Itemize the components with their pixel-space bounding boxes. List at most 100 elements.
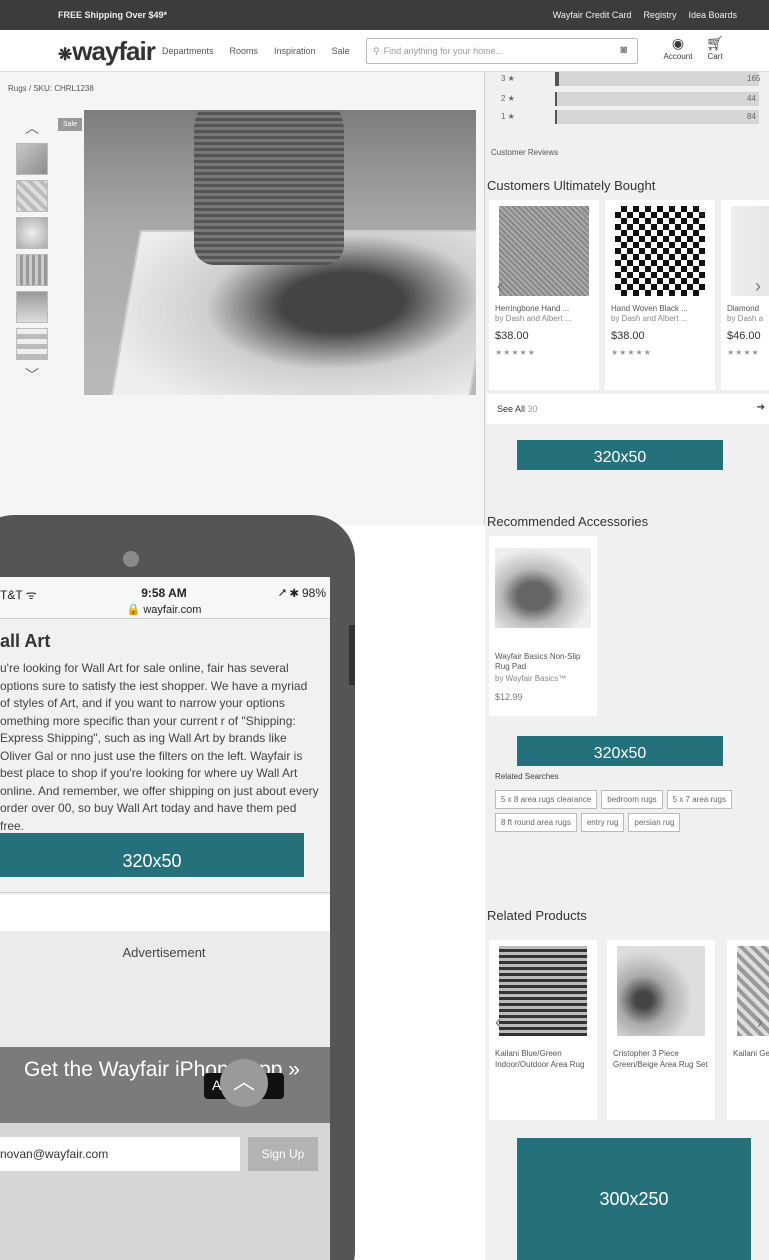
product-name: Diamond xyxy=(727,304,760,313)
thumbnail[interactable] xyxy=(16,217,48,249)
search-chip[interactable]: 5 x 7 area rugs xyxy=(666,790,733,809)
sign-up-button[interactable]: Sign Up xyxy=(248,1137,318,1171)
rating-label: 3 ★ xyxy=(501,74,515,83)
nav-rooms[interactable]: Rooms xyxy=(230,46,259,56)
product-brand: by Dash and Albert ... xyxy=(495,314,572,323)
battery-text: ⭧ ✱ 98% xyxy=(278,586,326,600)
related-product-card[interactable]: Kailani Blue/Green Indoor/Outdoor Area R… xyxy=(489,940,597,1120)
search-chip[interactable]: 8 ft round area rugs xyxy=(495,813,577,832)
accessory-card[interactable]: Wayfair Basics Non-Slip Rug Pad by Wayfa… xyxy=(489,536,597,716)
see-all-link[interactable]: See All 30 ➔ xyxy=(487,394,769,424)
url-text[interactable]: 🔒 wayfair.com xyxy=(0,603,330,616)
phone-screen: T&T ᯤ 9:58 AM ⭧ ✱ 98% 🔒 wayfair.com all … xyxy=(0,577,330,1260)
search-chip[interactable]: persian rug xyxy=(628,813,681,832)
rating-bar xyxy=(555,72,759,86)
carousel-prev-icon[interactable]: ‹ xyxy=(495,1012,501,1033)
desktop-product-page: Rugs / SKU: CHRL1238 ︿ ﹀ Sale xyxy=(0,0,485,525)
carousel-prev-icon[interactable]: ‹ xyxy=(497,276,503,297)
sale-badge: Sale xyxy=(58,118,83,131)
wayfair-logo[interactable]: ❋wayfair xyxy=(58,36,156,67)
related-product-image xyxy=(499,946,587,1036)
accessory-brand: by Wayfair Basics™ xyxy=(495,674,567,683)
pouf-image xyxy=(194,110,344,265)
related-product-card[interactable]: Cristopher 3 Piece Green/Beige Area Rug … xyxy=(607,940,715,1120)
related-product-image xyxy=(617,946,705,1036)
related-product-name: Cristopher 3 Piece Green/Beige Area Rug … xyxy=(613,1049,708,1069)
rating-row[interactable]: 3 ★ 165 xyxy=(501,72,760,86)
related-product-name: Kailani Blue/Green Indoor/Outdoor Area R… xyxy=(495,1049,585,1069)
search-chip[interactable]: bedroom rugs xyxy=(601,790,663,809)
product-card[interactable]: ♡ Herringbone Hand ... by Dash and Alber… xyxy=(489,200,599,390)
ad-banner-phone[interactable]: 320x50 xyxy=(0,833,304,877)
free-shipping-text[interactable]: FREE Shipping Over $49* xyxy=(58,10,167,20)
credit-card-link[interactable]: Wayfair Credit Card xyxy=(553,10,632,20)
related-product-image xyxy=(737,946,769,1036)
phone-mockup: T&T ᯤ 9:58 AM ⭧ ✱ 98% 🔒 wayfair.com all … xyxy=(0,515,355,1260)
rating-row[interactable]: 2 ★ 44 xyxy=(501,91,759,106)
accessories-title: Recommended Accessories xyxy=(487,514,649,529)
thumbnail[interactable] xyxy=(16,328,48,360)
cart-button[interactable]: 🛒︎ Cart xyxy=(700,34,730,61)
thumbnail[interactable] xyxy=(16,180,48,212)
rating-bar xyxy=(555,109,759,124)
phone-side-button xyxy=(349,625,355,685)
related-products-title: Related Products xyxy=(487,908,587,923)
star-rating: ★★★★★ xyxy=(495,348,536,357)
top-promo-bar: FREE Shipping Over $49* Wayfair Credit C… xyxy=(0,0,769,30)
app-banner[interactable]: Get the Wayfair iPhone App » A ︿ xyxy=(0,1047,330,1123)
product-name: Hand Woven Black ... xyxy=(611,304,688,313)
phone-camera-icon xyxy=(123,551,139,567)
search-icon: ⚲ xyxy=(373,45,380,56)
nav-sale[interactable]: Sale xyxy=(332,46,350,56)
chevron-up-icon[interactable]: ︿ xyxy=(14,118,50,138)
rating-bar xyxy=(555,91,759,106)
account-button[interactable]: ◉ Account xyxy=(660,34,696,61)
carousel-next-icon[interactable]: › xyxy=(755,276,761,297)
product-card[interactable]: Diamond by Dash a $46.00 ★★★★ xyxy=(721,200,769,390)
customer-reviews-label: Customer Reviews xyxy=(491,148,559,157)
rating-row[interactable]: 1 ★ 84 xyxy=(501,109,759,124)
product-image xyxy=(731,206,769,296)
product-name: Herringbone Hand ... xyxy=(495,304,570,313)
nav-departments[interactable]: Departments xyxy=(162,46,214,56)
ad-banner-1[interactable]: 320x50 xyxy=(517,440,723,470)
advertisement-label: Advertisement xyxy=(122,945,206,960)
thumbnail[interactable] xyxy=(16,291,48,323)
camera-icon[interactable]: ◙ xyxy=(620,44,627,56)
search-chip[interactable]: entry rug xyxy=(580,813,625,832)
thumbnail-strip: ︿ ﹀ xyxy=(14,118,50,385)
breadcrumb[interactable]: Rugs / SKU: CHRL1238 xyxy=(8,84,94,93)
product-card[interactable]: ♡ Hand Woven Black ... by Dash and Alber… xyxy=(605,200,715,390)
nav-inspiration[interactable]: Inspiration xyxy=(274,46,316,56)
product-image xyxy=(499,206,589,296)
logo-mark-icon: ❋ xyxy=(58,45,72,64)
search-chip[interactable]: 5 x 8 area rugs clearance xyxy=(495,790,598,809)
email-field[interactable]: novan@wayfair.com xyxy=(0,1137,240,1171)
product-image xyxy=(615,206,705,296)
thumbnail[interactable] xyxy=(16,254,48,286)
main-nav: Departments Rooms Inspiration Sale xyxy=(162,46,350,56)
account-icon: ◉ xyxy=(671,35,685,51)
carousel-next-icon[interactable]: › xyxy=(757,1012,763,1033)
product-price: $46.00 xyxy=(727,330,761,342)
accessory-name: Wayfair Basics Non-Slip Rug Pad xyxy=(495,652,581,671)
search-input[interactable]: ⚲ Find anything for your home... ◙ xyxy=(366,38,638,64)
registry-link[interactable]: Registry xyxy=(643,10,676,20)
related-searches-title: Related Searches xyxy=(495,772,559,781)
idea-boards-link[interactable]: Idea Boards xyxy=(688,10,737,20)
accessory-image xyxy=(495,548,591,628)
ad-banner-2[interactable]: 320x50 xyxy=(517,736,723,766)
accessory-price: $12.99 xyxy=(495,692,523,702)
right-column: 3 ★ 165 2 ★ 44 1 ★ 84 Customer Reviews C… xyxy=(485,72,769,1260)
thumbnail[interactable] xyxy=(16,143,48,175)
heart-icon[interactable]: ♡ xyxy=(698,208,707,219)
chevron-down-icon[interactable]: ﹀ xyxy=(14,365,50,385)
rating-count: 44 xyxy=(747,94,756,103)
scroll-to-top-button[interactable]: ︿ xyxy=(220,1059,268,1107)
heart-icon[interactable]: ♡ xyxy=(582,208,591,219)
rating-count: 84 xyxy=(747,112,756,121)
cart-icon: 🛒︎ xyxy=(706,35,724,51)
ad-box-300x250[interactable]: 300x250 xyxy=(517,1138,751,1260)
product-main-image[interactable] xyxy=(84,110,476,395)
product-price: $38.00 xyxy=(611,330,645,342)
